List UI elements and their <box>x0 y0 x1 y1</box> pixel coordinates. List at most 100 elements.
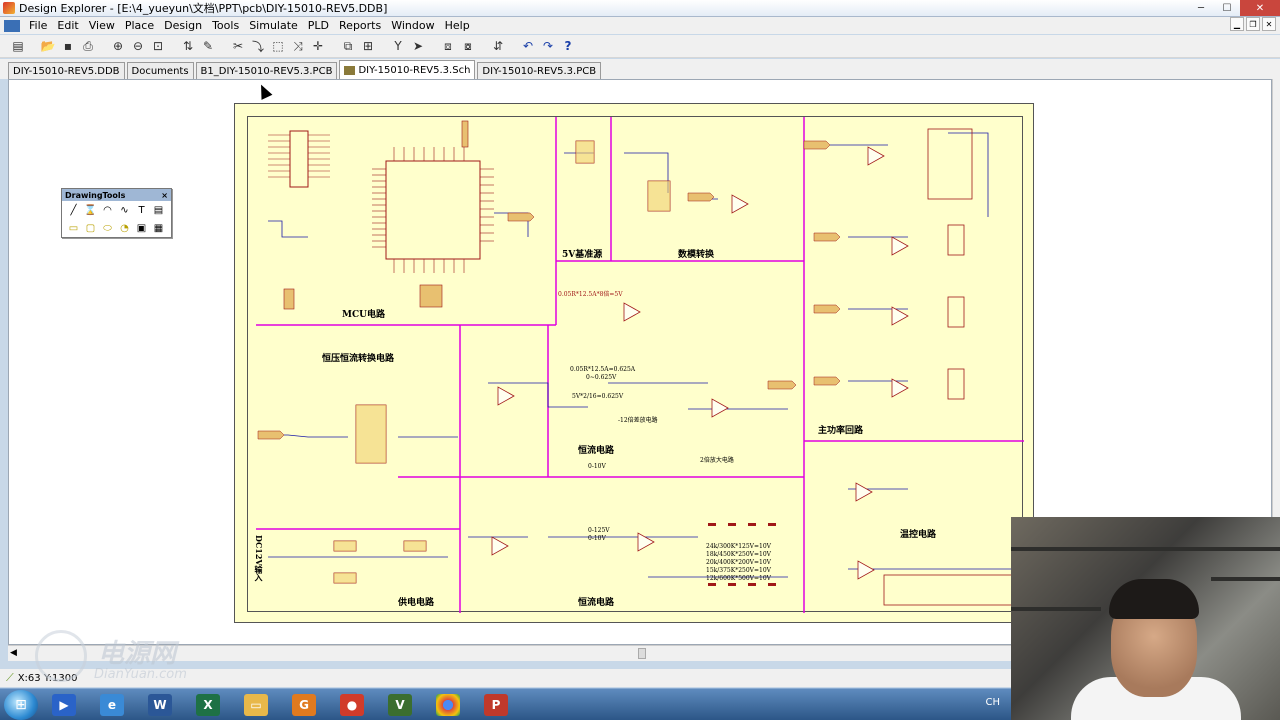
taskbar-protel[interactable]: P <box>474 690 518 720</box>
ellipse-tool-icon[interactable]: ⬭ <box>100 221 115 235</box>
hierarchy-icon[interactable]: ⇅ <box>180 38 196 54</box>
menu-edit[interactable]: Edit <box>52 19 83 32</box>
block-label-power-loop: 主功率回路 <box>818 426 864 436</box>
text-tool-icon[interactable]: T <box>134 203 149 217</box>
block-label-cc-1: 恒流电路 <box>578 446 615 456</box>
folder-icon: ▭ <box>244 693 268 716</box>
zoom-fit-icon[interactable]: ⊡ <box>150 38 166 54</box>
document-tabs: DIY-15010-REV5.DDB Documents B1_DIY-1501… <box>0 59 1280 79</box>
compile-icon[interactable]: ⧇ <box>460 38 476 54</box>
drawing-tools-palette[interactable]: DrawingTools × ╱ ⌛ ◠ ∿ T ▤ ▭ ▢ ⬭ ◔ ▣ ▦ <box>61 188 172 238</box>
paste-icon[interactable]: ⤵ <box>250 38 266 54</box>
protel-icon: P <box>484 693 508 716</box>
note-range-4: 0-10V <box>588 535 606 542</box>
print-icon[interactable]: ⎙ <box>80 38 96 54</box>
block-label-cc-2: 恒流电路 <box>578 598 615 608</box>
minimize-button[interactable]: ─ <box>1188 0 1214 16</box>
status-icon: ⟋ <box>6 671 14 684</box>
bezier-tool-icon[interactable]: ∿ <box>117 203 132 217</box>
tab-pcb[interactable]: DIY-15010-REV5.3.PCB <box>477 62 602 79</box>
document-window-buttons: ▁ ❐ ✕ <box>1230 17 1276 31</box>
menu-view[interactable]: View <box>84 19 120 32</box>
menu-help[interactable]: Help <box>440 19 475 32</box>
textframe-tool-icon[interactable]: ▤ <box>151 203 166 217</box>
graphic-tool-icon[interactable]: ▣ <box>134 221 149 235</box>
close-button[interactable]: ✕ <box>1240 0 1280 16</box>
input-language[interactable]: CH <box>985 697 1000 708</box>
menu-tools[interactable]: Tools <box>207 19 244 32</box>
menu-simulate[interactable]: Simulate <box>244 19 303 32</box>
note-divider-1: 24k/300K*125V=10V <box>706 543 772 550</box>
help-icon[interactable]: ? <box>560 38 576 54</box>
pie-tool-icon[interactable]: ◔ <box>117 221 132 235</box>
note-divider-2: 18k/450K*250V=10V <box>706 551 772 558</box>
design-manager-icon[interactable]: ▤ <box>10 38 26 54</box>
select-icon[interactable]: ⬚ <box>270 38 286 54</box>
word-icon: W <box>148 693 172 716</box>
pointer-icon[interactable]: ➤ <box>410 38 426 54</box>
schematic-sheet[interactable]: MCU电路 5V基准源 数模转换 恒压恒流转换电路 恒流电路 主功率回路 温控电… <box>234 103 1034 623</box>
undo-icon[interactable]: ↶ <box>520 38 536 54</box>
taskbar-visio[interactable]: V <box>378 690 422 720</box>
start-button[interactable]: ⊞ <box>4 689 38 720</box>
tab-documents[interactable]: Documents <box>126 62 194 79</box>
netlist-icon[interactable]: ⧈ <box>440 38 456 54</box>
array-tool-icon[interactable]: ▦ <box>151 221 166 235</box>
arc-tool-icon[interactable]: ◠ <box>100 203 115 217</box>
tab-ddb[interactable]: DIY-15010-REV5.DDB <box>8 62 125 79</box>
document-menu-icon[interactable] <box>4 19 20 32</box>
menu-pld[interactable]: PLD <box>303 19 334 32</box>
doc-restore-button[interactable]: ❐ <box>1246 17 1260 31</box>
round-rect-tool-icon[interactable]: ▢ <box>83 221 98 235</box>
redo-icon[interactable]: ↷ <box>540 38 556 54</box>
probe-icon[interactable]: Y <box>390 38 406 54</box>
taskbar-explorer[interactable]: ▭ <box>234 690 278 720</box>
taskbar-media-player[interactable]: ▶ <box>42 690 86 720</box>
block-label-dac: 数模转换 <box>678 250 715 260</box>
background-shelf-2 <box>1011 607 1101 611</box>
note-divider-3: 20k/400K*200V=10V <box>706 559 772 566</box>
doc-close-button[interactable]: ✕ <box>1262 17 1276 31</box>
menu-window[interactable]: Window <box>386 19 439 32</box>
taskbar-chrome[interactable] <box>426 690 470 720</box>
sort-icon[interactable]: ⇵ <box>490 38 506 54</box>
window-title: Design Explorer - [E:\4_yueyun\文档\PPT\pc… <box>19 2 388 15</box>
note-divider-5: 12k/600K*500V=10V <box>706 575 772 582</box>
tab-schematic[interactable]: DIY-15010-REV5.3.Sch <box>339 60 476 79</box>
zoom-in-icon[interactable]: ⊕ <box>110 38 126 54</box>
move-icon[interactable]: ✛ <box>310 38 326 54</box>
horizontal-scroll-thumb[interactable] <box>638 648 646 659</box>
wire-icon[interactable]: ✎ <box>200 38 216 54</box>
note-ref-divider: 5V*2/16=0.625V <box>572 393 624 400</box>
watermark-logo: 电源网 DianYuan.com <box>30 627 230 687</box>
library-icon[interactable]: ⧉ <box>340 38 356 54</box>
maximize-button[interactable]: ☐ <box>1214 0 1240 16</box>
drawing-tools-close-button[interactable]: × <box>161 191 168 200</box>
taskbar-ie[interactable]: e <box>90 690 134 720</box>
system-tray: CH <box>985 697 1000 708</box>
block-label-mcu: MCU电路 <box>342 310 385 320</box>
watermark-url: DianYuan.com <box>94 667 187 682</box>
line-tool-icon[interactable]: ╱ <box>66 203 81 217</box>
drawing-tools-title: DrawingTools <box>65 190 126 200</box>
menu-reports[interactable]: Reports <box>334 19 386 32</box>
taskbar-pcb[interactable]: G <box>282 690 326 720</box>
menu-design[interactable]: Design <box>159 19 207 32</box>
rectangle-tool-icon[interactable]: ▭ <box>66 221 81 235</box>
zoom-out-icon[interactable]: ⊖ <box>130 38 146 54</box>
save-icon[interactable]: ▪ <box>60 38 76 54</box>
taskbar-recorder[interactable]: ● <box>330 690 374 720</box>
deselect-icon[interactable]: ⤨ <box>290 38 306 54</box>
polygon-tool-icon[interactable]: ⌛ <box>83 203 98 217</box>
taskbar-word[interactable]: W <box>138 690 182 720</box>
taskbar-excel[interactable]: X <box>186 690 230 720</box>
drawing-tools-titlebar[interactable]: DrawingTools × <box>62 189 171 201</box>
doc-minimize-button[interactable]: ▁ <box>1230 17 1244 31</box>
browse-icon[interactable]: ⊞ <box>360 38 376 54</box>
menu-place[interactable]: Place <box>120 19 159 32</box>
cut-icon[interactable]: ✂ <box>230 38 246 54</box>
menu-file[interactable]: File <box>24 19 52 32</box>
open-icon[interactable]: 📂 <box>40 38 56 54</box>
tab-b1-pcb[interactable]: B1_DIY-15010-REV5.3.PCB <box>195 62 338 79</box>
scroll-left-icon[interactable]: ◀ <box>10 648 17 658</box>
